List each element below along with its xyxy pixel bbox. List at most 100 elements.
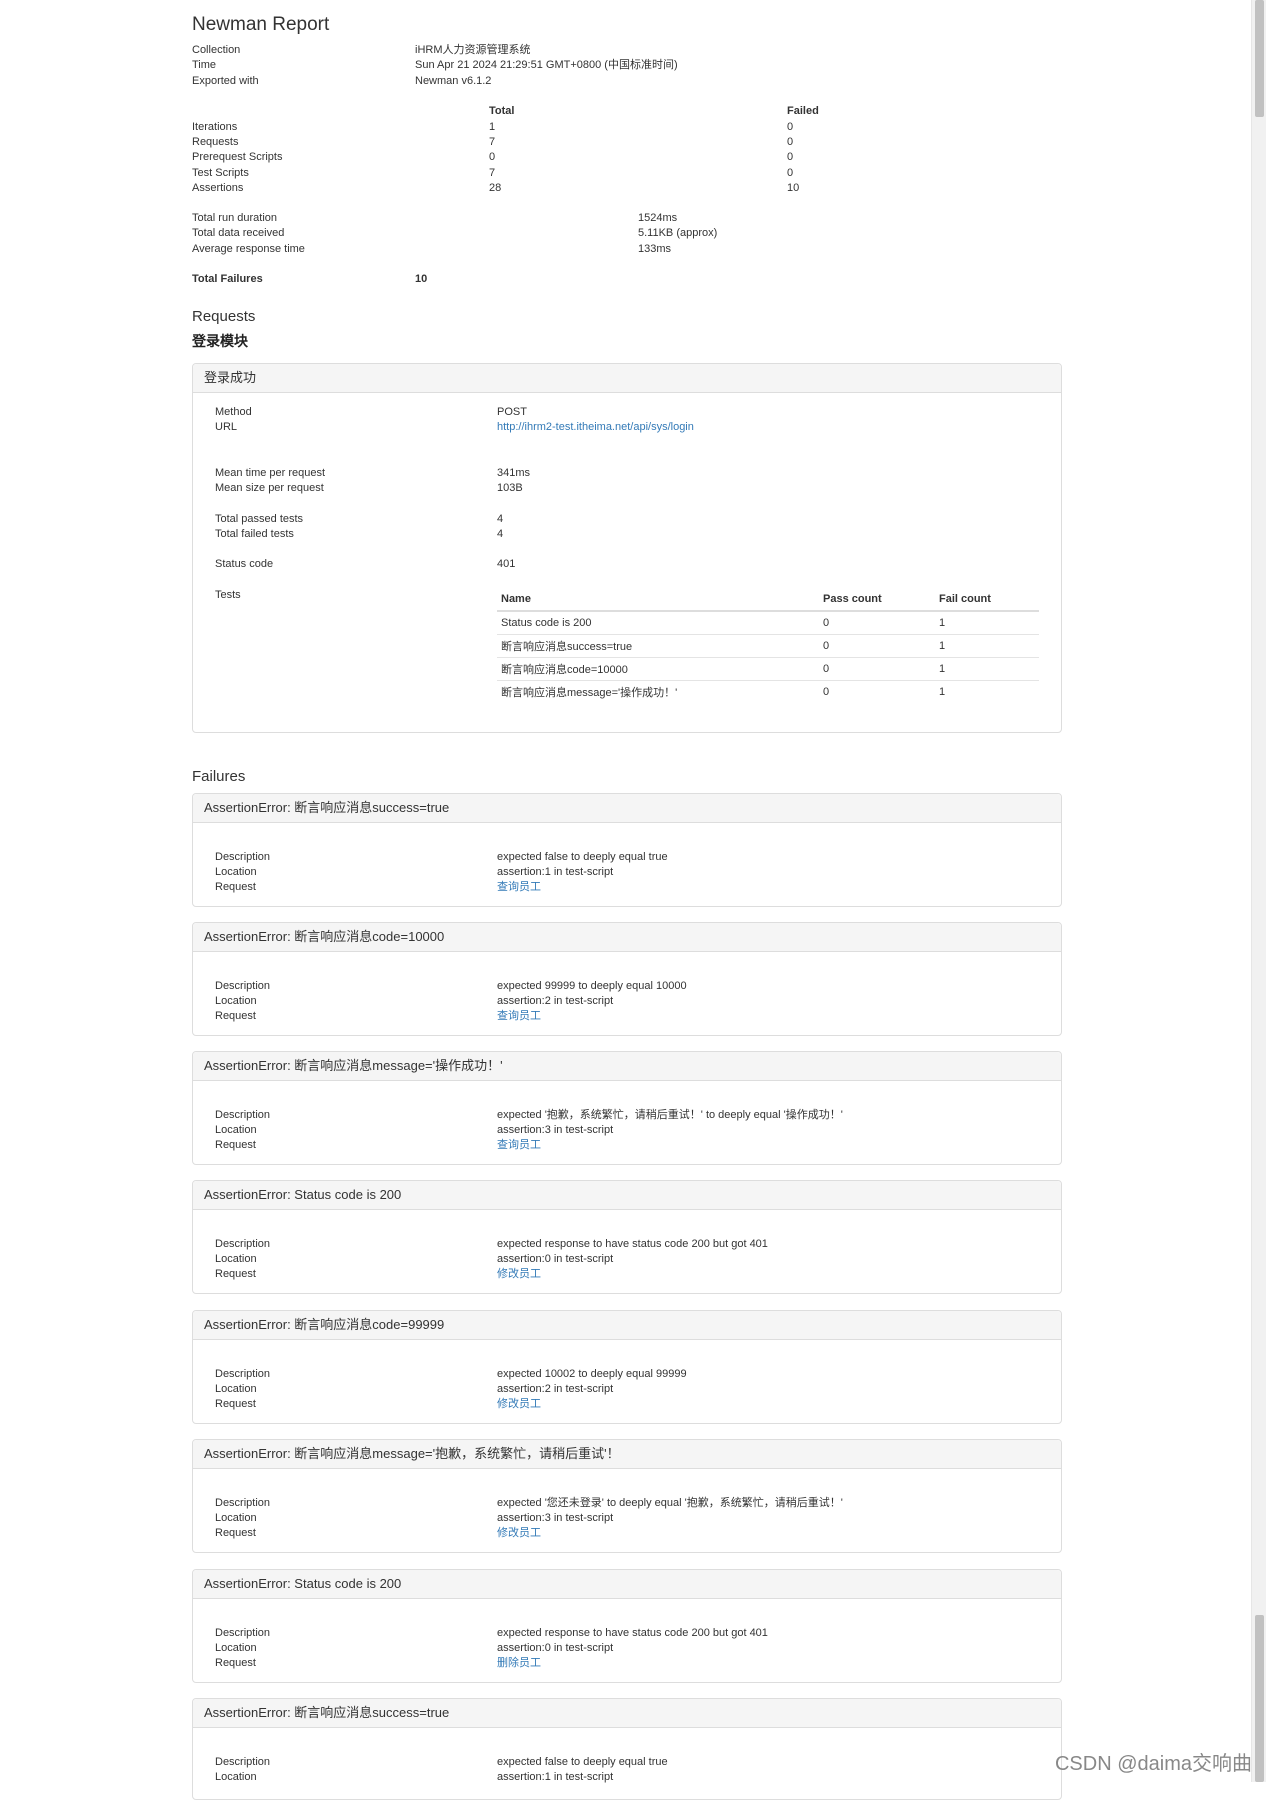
failure-description-label: Description <box>215 1368 271 1380</box>
failure-location-label: Location <box>215 866 257 878</box>
exported-label: Exported with <box>192 75 259 87</box>
failure-request-link[interactable]: 修改员工 <box>497 1526 541 1541</box>
summary-row-total: 7 <box>489 167 496 179</box>
collection-value: iHRM人力资源管理系统 <box>415 44 531 56</box>
failure-description: expected false to deeply equal true <box>497 1756 668 1768</box>
failure-title: AssertionError: 断言响应消息message='抱歉，系统繁忙，请… <box>193 1440 1061 1469</box>
failed-tests-value: 4 <box>497 528 504 540</box>
summary-row-failed: 0 <box>787 136 794 148</box>
failure-location-label: Location <box>215 995 257 1007</box>
method-label: Method <box>215 406 252 418</box>
failure-location: assertion:0 in test-script <box>497 1642 614 1654</box>
failure-panel: AssertionError: Status code is 200 Descr… <box>192 1180 1062 1294</box>
failure-request-link[interactable]: 修改员工 <box>497 1397 541 1412</box>
time-value: Sun Apr 21 2024 21:29:51 GMT+0800 (中国标准时… <box>415 59 678 71</box>
table-row: 断言响应消息success=true 0 1 <box>497 634 1039 658</box>
summary-row-label: Prerequest Scripts <box>192 151 283 163</box>
data-received-label: Total data received <box>192 227 285 239</box>
tests-col-fail: Fail count <box>935 588 1039 612</box>
run-duration-label: Total run duration <box>192 212 277 224</box>
mean-time-label: Mean time per request <box>215 467 326 479</box>
passed-tests-label: Total passed tests <box>215 513 304 525</box>
summary-row-failed: 0 <box>787 121 794 133</box>
failure-panel: AssertionError: 断言响应消息message='抱歉，系统繁忙，请… <box>192 1439 1062 1553</box>
failure-location: assertion:2 in test-script <box>497 1383 614 1395</box>
table-row: 断言响应消息code=10000 0 1 <box>497 657 1039 681</box>
failure-request-label: Request <box>215 1657 256 1669</box>
failure-request-label: Request <box>215 1527 256 1539</box>
summary-row-failed: 0 <box>787 167 794 179</box>
scrollbar-thumb[interactable] <box>1255 0 1264 117</box>
failure-description: expected response to have status code 20… <box>497 1238 768 1250</box>
failure-request-label: Request <box>215 1010 256 1022</box>
failures-heading: Failures <box>192 768 246 785</box>
avg-response-value: 133ms <box>638 243 672 255</box>
tests-label: Tests <box>215 589 241 601</box>
failure-title: AssertionError: Status code is 200 <box>193 1181 1061 1210</box>
failure-location: assertion:1 in test-script <box>497 866 614 878</box>
data-received-value: 5.11KB (approx) <box>638 227 718 239</box>
request-panel-title: 登录成功 <box>193 364 1061 393</box>
table-row: Status code is 200 0 1 <box>497 611 1039 635</box>
test-name: 断言响应消息message='操作成功！' <box>501 687 678 699</box>
failure-title: AssertionError: 断言响应消息success=true <box>193 1699 1061 1728</box>
test-name: 断言响应消息success=true <box>497 634 819 658</box>
failure-description: expected '您还未登录' to deeply equal '抱歉，系统繁… <box>497 1497 843 1509</box>
test-fail-count: 1 <box>935 611 1039 635</box>
failure-location-label: Location <box>215 1512 257 1524</box>
failure-location-label: Location <box>215 1383 257 1395</box>
vertical-scrollbar[interactable] <box>1251 0 1266 1782</box>
failure-description: expected 10002 to deeply equal 99999 <box>497 1368 687 1380</box>
failure-request-label: Request <box>215 1268 256 1280</box>
mean-time-value: 341ms <box>497 467 531 479</box>
test-fail-count: 1 <box>935 634 1039 658</box>
failure-description-label: Description <box>215 1497 271 1509</box>
mean-size-value: 103B <box>497 482 523 494</box>
report-title: Newman Report <box>192 14 330 35</box>
failure-request-link[interactable]: 查询员工 <box>497 1009 541 1024</box>
failure-request-label: Request <box>215 1398 256 1410</box>
request-url-link[interactable]: http://ihrm2-test.itheima.net/api/sys/lo… <box>497 420 694 435</box>
tests-table: Name Pass count Fail count Status code i… <box>497 588 1039 703</box>
summary-row-total: 7 <box>489 136 496 148</box>
failure-request-link[interactable]: 修改员工 <box>497 1267 541 1282</box>
failure-description: expected false to deeply equal true <box>497 851 668 863</box>
failure-title: AssertionError: 断言响应消息code=99999 <box>193 1311 1061 1340</box>
tests-col-pass: Pass count <box>819 588 935 612</box>
failure-description-label: Description <box>215 1238 271 1250</box>
failure-request-link[interactable]: 删除员工 <box>497 1656 541 1671</box>
status-code-value: 401 <box>497 558 516 570</box>
test-pass-count: 0 <box>819 611 935 635</box>
summary-row-label: Requests <box>192 136 239 148</box>
collection-label: Collection <box>192 44 241 56</box>
test-pass-count: 0 <box>819 634 935 658</box>
csdn-watermark: CSDN @daima交响曲 <box>1054 1753 1252 1775</box>
summary-col-total: Total <box>489 105 515 117</box>
requests-heading: Requests <box>192 308 256 325</box>
test-name: 断言响应消息code=10000 <box>497 657 819 681</box>
failure-request-label: Request <box>215 1139 256 1151</box>
failure-panel: AssertionError: 断言响应消息success=true Descr… <box>192 793 1062 907</box>
failure-request-link[interactable]: 查询员工 <box>497 1138 541 1153</box>
url-label: URL <box>215 421 238 433</box>
summary-row-label: Assertions <box>192 182 244 194</box>
failure-location: assertion:3 in test-script <box>497 1512 614 1524</box>
tests-col-name: Name <box>497 588 819 612</box>
failure-request-link[interactable]: 查询员工 <box>497 880 541 895</box>
scrollbar-thumb-lower[interactable] <box>1255 1615 1264 1782</box>
failure-panel: AssertionError: 断言响应消息success=true Descr… <box>192 1698 1062 1800</box>
failure-title: AssertionError: 断言响应消息code=10000 <box>193 923 1061 952</box>
failure-title: AssertionError: 断言响应消息message='操作成功！' <box>193 1052 1061 1081</box>
tests-table-header: Name Pass count Fail count <box>497 588 1039 612</box>
summary-row-failed: 10 <box>787 182 800 194</box>
failure-description-label: Description <box>215 851 271 863</box>
failure-request-label: Request <box>215 881 256 893</box>
failure-description-label: Description <box>215 1756 271 1768</box>
mean-size-label: Mean size per request <box>215 482 324 494</box>
failure-description: expected 99999 to deeply equal 10000 <box>497 980 687 992</box>
failure-description: expected '抱歉，系统繁忙，请稍后重试！' to deeply equa… <box>497 1109 843 1121</box>
failure-description-label: Description <box>215 1109 271 1121</box>
summary-col-failed: Failed <box>787 105 819 117</box>
failure-location-label: Location <box>215 1642 257 1654</box>
failure-title: AssertionError: Status code is 200 <box>193 1570 1061 1599</box>
